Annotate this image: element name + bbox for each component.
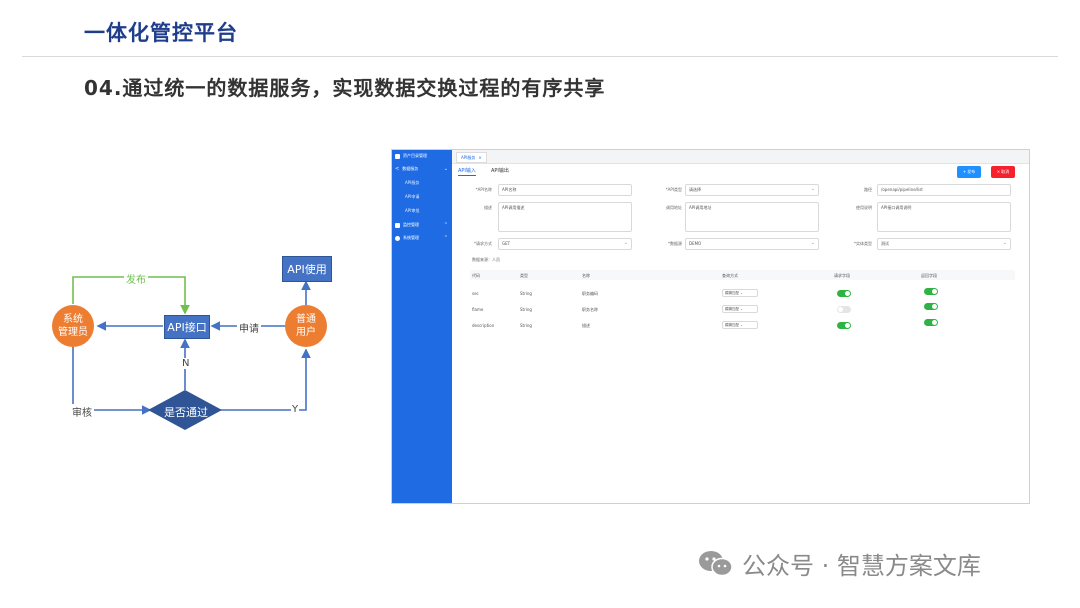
column-header: 请求字段 (834, 273, 850, 278)
column-header: 名称 (582, 273, 590, 278)
chevron-down-icon: ⌄ (810, 240, 815, 246)
api-name-input[interactable]: API名称 (498, 184, 632, 196)
call-address-label: 调用地址 (666, 205, 682, 210)
request-field-toggle[interactable] (837, 290, 851, 297)
main-content: API服务 × API输入 API输出 + 发布 × 取消 *API名称 API名… (452, 150, 1029, 503)
sidebar-item-api-service[interactable]: API服务 (405, 180, 419, 186)
api-type-label: *API类型 (665, 187, 682, 192)
title-divider (22, 56, 1058, 57)
sidebar-item-data-service[interactable]: < 数据服务 (395, 166, 418, 172)
sidebar-item-system[interactable]: 系统管理 (395, 235, 419, 241)
subtab-api-output[interactable]: API输出 (491, 167, 509, 174)
usage-textarea[interactable]: API接口调用说明 (877, 202, 1011, 232)
monitor-icon (395, 222, 400, 228)
query-mode-select[interactable]: 模糊匹配 ⌄ (722, 321, 758, 329)
wechat-icon (699, 550, 733, 576)
sidebar-item-api-apply[interactable]: API申请 (405, 194, 419, 200)
tab-api-service[interactable]: API服务 × (456, 152, 487, 163)
data-source-select[interactable]: DEMO ⌄ (685, 238, 819, 250)
admin-node: 系统 管理员 (52, 305, 94, 347)
watermark-text: 公众号 · 智慧方案文库 (742, 552, 981, 580)
return-field-toggle[interactable] (924, 303, 938, 310)
cancel-button[interactable]: × 取消 (991, 166, 1015, 178)
tab-bar: API服务 × (452, 150, 1029, 164)
table-cell: String (520, 291, 532, 296)
chevron-down-icon: ⌄ (1002, 240, 1007, 246)
sidebar-item-api-approve[interactable]: API审批 (405, 208, 419, 214)
api-service-app: 资产目录管理 < 数据服务 ⌄ API服务 API申请 API审批 监控管理 ⌃ … (391, 149, 1030, 504)
grid-icon (395, 153, 400, 159)
yes-label: Y (291, 404, 300, 415)
publish-button[interactable]: + 发布 (957, 166, 981, 178)
table-cell: flame (472, 307, 484, 312)
request-field-toggle[interactable] (837, 306, 851, 313)
query-mode-select[interactable]: 模糊匹配 ⌄ (722, 305, 758, 313)
chevron-down-icon: ⌄ (623, 240, 628, 246)
table-cell: 描述 (582, 323, 590, 328)
publish-label: 发布 (124, 271, 148, 286)
user-node: 普通 用户 (285, 305, 327, 347)
close-icon[interactable]: × (478, 155, 481, 160)
chevron-up-icon: ⌃ (443, 222, 448, 228)
table-cell: String (520, 307, 532, 312)
return-field-toggle[interactable] (924, 288, 938, 295)
table-cell: sec (472, 291, 479, 296)
decision-label: 是否通过 (164, 406, 208, 419)
method-select[interactable]: GET ⌄ (498, 238, 632, 250)
apply-label: 申请 (237, 320, 261, 335)
sidebar-item-asset-catalog[interactable]: 资产目录管理 (395, 153, 427, 159)
usage-label: 使用说明 (856, 205, 872, 210)
gear-icon (395, 235, 400, 241)
entity-type-label: *实体类型 (854, 241, 872, 246)
chevron-down-icon: ⌄ (443, 166, 448, 172)
column-header: 代码 (472, 273, 480, 278)
no-label: N (182, 358, 190, 369)
chevron-up-icon: ⌃ (443, 235, 448, 241)
return-field-toggle[interactable] (924, 319, 938, 326)
share-icon: < (395, 166, 400, 172)
data-source-label: *数据源 (668, 241, 682, 246)
sidebar-item-monitor[interactable]: 监控管理 (395, 222, 419, 228)
table-cell: 职务编码 (582, 291, 598, 296)
method-label: *请求方式 (474, 241, 492, 246)
api-interface-node: API接口 (164, 315, 210, 339)
query-mode-select[interactable]: 模糊匹配 ⌄ (722, 289, 758, 297)
path-input[interactable]: /openapi/pipeline/list (877, 184, 1011, 196)
table-cell: 职务名称 (582, 307, 598, 312)
slide-subtitle: 04.通过统一的数据服务，实现数据交换过程的有序共享 (84, 76, 606, 100)
data-source-text: 数据来源：人员 (472, 257, 500, 262)
sidebar: 资产目录管理 < 数据服务 ⌄ API服务 API申请 API审批 监控管理 ⌃ … (392, 150, 452, 503)
review-label: 审核 (70, 404, 94, 419)
column-header: 类型 (520, 273, 528, 278)
entity-type-select[interactable]: 测试 ⌄ (877, 238, 1011, 250)
description-textarea[interactable]: API调用描述 (498, 202, 632, 232)
slide-title: 一体化管控平台 (84, 21, 238, 45)
api-type-select[interactable]: 请选择 ⌄ (685, 184, 819, 196)
approval-flow-diagram: 系统 管理员 普通 用户 API接口 API使用 是否通过 发布 申请 审核 N… (40, 240, 370, 440)
subtab-api-input[interactable]: API输入 (458, 167, 476, 176)
table-cell: description (472, 323, 495, 328)
column-header: 查询方式 (722, 273, 738, 278)
path-label: 路径 (864, 187, 872, 192)
watermark: 公众号 · 智慧方案文库 (698, 546, 981, 581)
request-field-toggle[interactable] (837, 322, 851, 329)
column-header: 返回字段 (921, 273, 937, 278)
chevron-down-icon: ⌄ (810, 186, 815, 192)
call-address-textarea[interactable]: API调用地址 (685, 202, 819, 232)
description-label: 描述 (484, 205, 492, 210)
api-name-label: *API名称 (475, 187, 492, 192)
table-cell: String (520, 323, 532, 328)
api-use-node: API使用 (282, 256, 332, 282)
